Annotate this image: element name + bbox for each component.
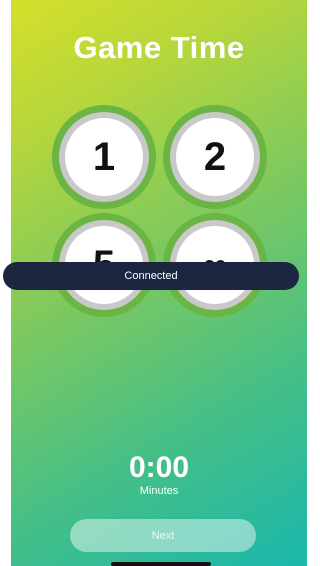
- timer-display: 0:00: [128, 451, 190, 484]
- time-option-1[interactable]: 1: [52, 105, 156, 209]
- next-button[interactable]: Next: [70, 519, 256, 552]
- timer-unit-label: Minutes: [139, 485, 179, 497]
- time-option-ring: 1: [59, 112, 149, 202]
- time-option-label: 2: [176, 118, 254, 196]
- time-option-2[interactable]: 2: [163, 105, 267, 209]
- home-indicator: [111, 562, 211, 566]
- time-option-label: 1: [65, 118, 143, 196]
- connected-toast: Connected: [3, 262, 299, 290]
- page-title: Game Time: [73, 30, 245, 65]
- time-option-ring: 2: [170, 112, 260, 202]
